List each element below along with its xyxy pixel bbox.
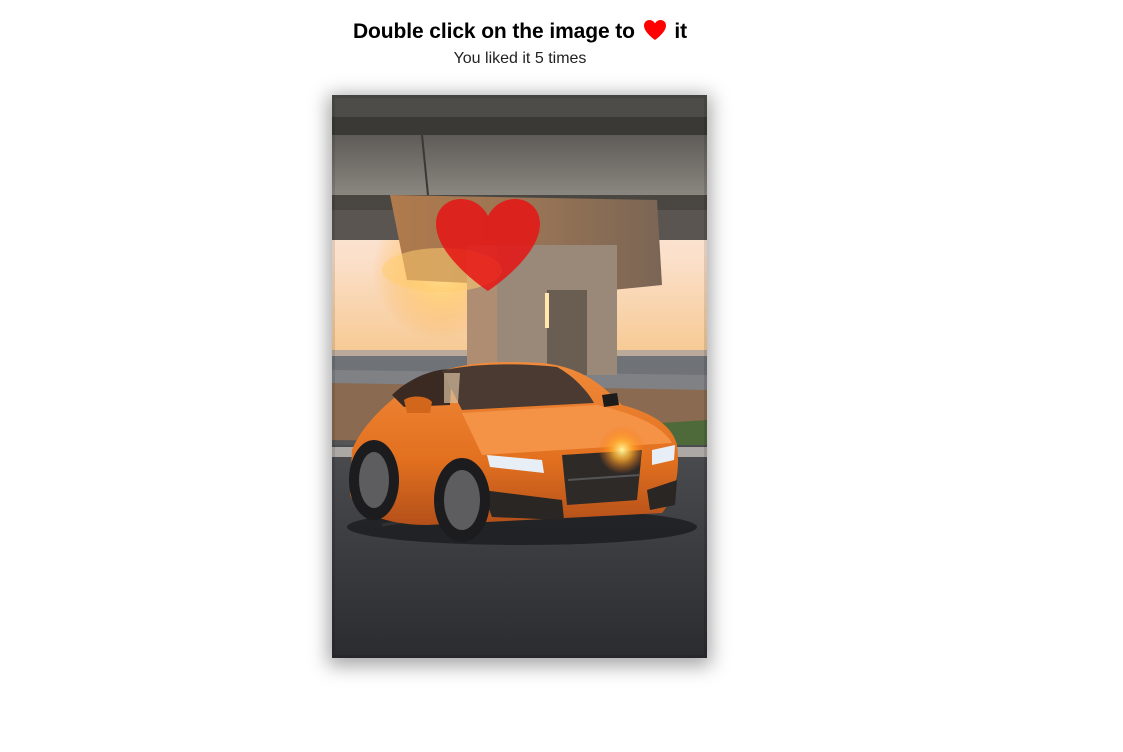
title-text-before: Double click on the image to	[352, 20, 635, 43]
likeable-car-photo[interactable]	[332, 95, 707, 658]
like-counter-text: You liked it 5 times	[320, 49, 720, 69]
title-text-after: it	[674, 20, 688, 43]
like-text-suffix: times	[548, 50, 587, 67]
car-photo-illustration	[332, 95, 707, 658]
heart-icon	[643, 19, 667, 41]
page: Double click on the image to it You like…	[0, 0, 1123, 752]
page-title: Double click on the image to it	[320, 18, 720, 46]
like-text-prefix: You liked it	[453, 50, 531, 67]
like-count: 5	[534, 50, 544, 67]
